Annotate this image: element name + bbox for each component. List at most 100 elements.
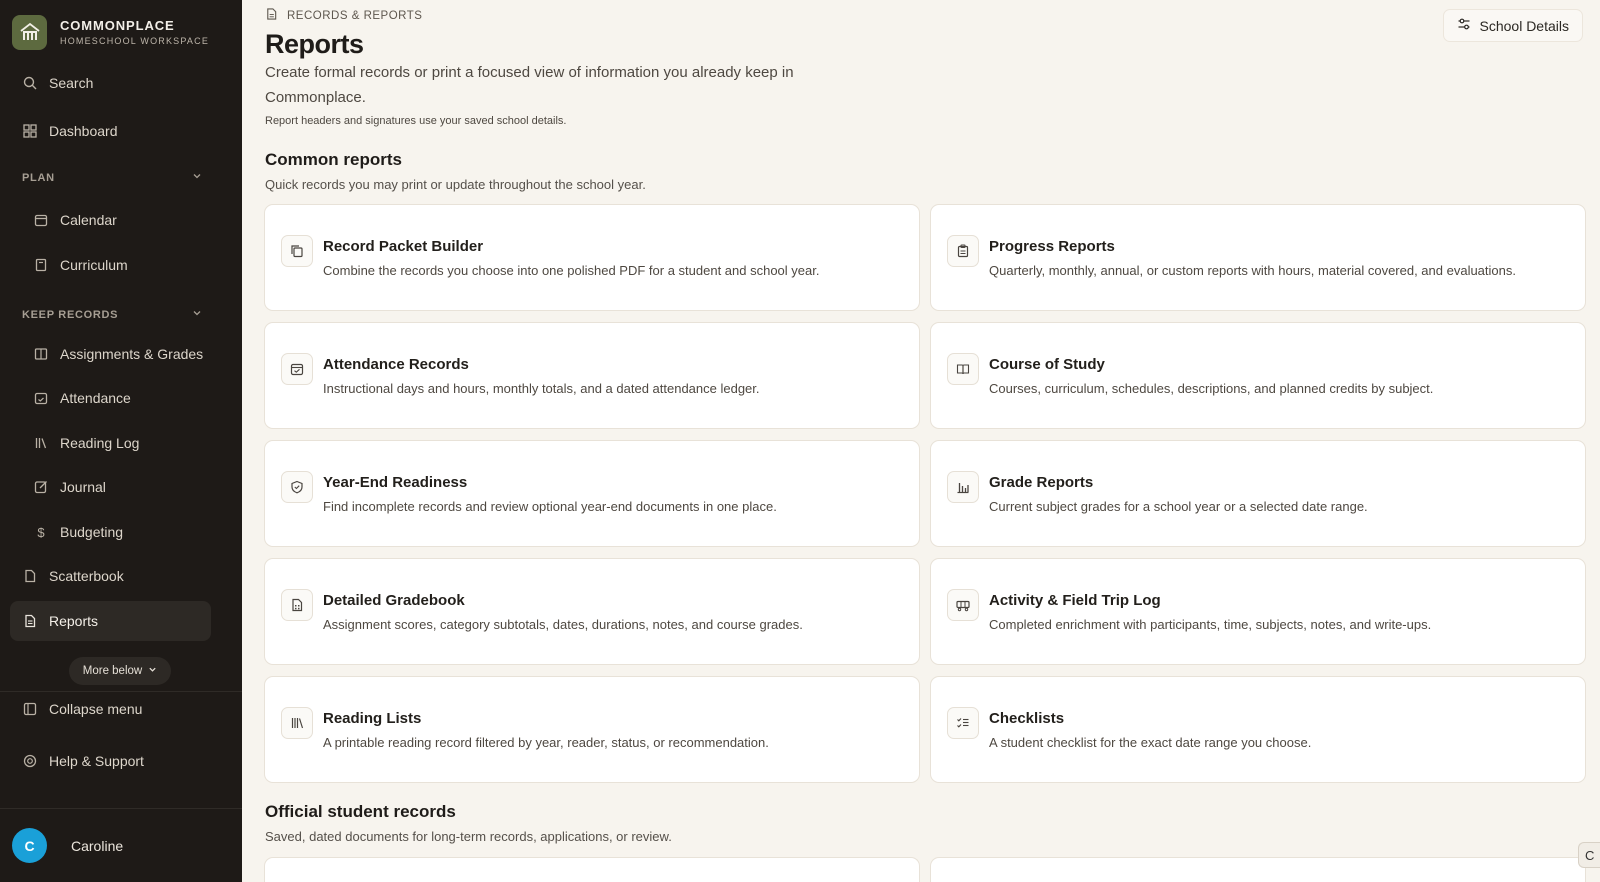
lifebuoy-icon [22,753,38,769]
sidebar-item-search[interactable]: Search [22,67,93,99]
copy-icon [281,235,313,267]
user-profile[interactable]: C Caroline [12,828,123,863]
section-keep-label: KEEP RECORDS [22,308,119,321]
school-details-label: School Details [1479,17,1570,34]
sliders-icon [1457,17,1471,34]
ticket-icon [947,589,979,621]
collapse-menu-button[interactable]: Collapse menu [22,693,142,725]
clipboard-icon [947,235,979,267]
card-description: Assignment scores, category subtotals, d… [323,617,803,632]
report-card-course-of-study[interactable]: Course of Study Courses, curriculum, sch… [930,322,1586,429]
chevron-down-icon [192,171,202,184]
report-card-reading-lists[interactable]: Reading Lists A printable reading record… [264,676,920,783]
chevron-down-icon [148,665,157,677]
report-card-detailed-gradebook[interactable]: Detailed Gradebook Assignment scores, ca… [264,558,920,665]
page-note: Report headers and signatures use your s… [265,115,567,127]
sidebar-item-journal[interactable]: Journal [33,471,106,503]
divider [0,691,242,692]
brand-title: COMMONPLACE [60,18,175,33]
card-description: A printable reading record filtered by y… [323,735,769,750]
gradebook-icon [281,589,313,621]
official-record-card[interactable] [264,857,920,882]
card-title: Activity & Field Trip Log [989,592,1161,609]
file-text-icon [265,7,278,24]
collapse-menu-label: Collapse menu [49,701,143,717]
file-text-icon [22,613,38,629]
card-description: Current subject grades for a school year… [989,499,1368,514]
card-title: Grade Reports [989,474,1094,491]
brand[interactable]: COMMONPLACE HOMESCHOOL WORKSPACE [12,14,209,50]
checklist-icon [947,707,979,739]
book-icon [33,346,49,362]
calendar-check-icon [281,353,313,385]
card-description: A student checklist for the exact date r… [989,735,1312,750]
sidebar-item-label: Search [49,75,94,91]
page-description: Create formal records or print a focused… [265,64,794,106]
help-support-label: Help & Support [49,753,144,769]
card-title: Checklists [989,710,1065,727]
avatar: C [12,828,47,863]
card-description: Combine the records you choose into one … [323,263,820,278]
sidebar-item-reports[interactable]: Reports [10,601,211,641]
sidebar-item-label: Budgeting [60,524,124,540]
sidebar-collapse-icon [22,701,38,717]
card-title: Record Packet Builder [323,238,484,255]
page-title: Reports [265,29,364,59]
shield-check-icon [281,471,313,503]
card-title: Reading Lists [323,710,422,727]
file-icon [22,568,38,584]
library-icon [33,435,49,451]
report-card-attendance-records[interactable]: Attendance Records Instructional days an… [264,322,920,429]
card-description: Completed enrichment with participants, … [989,617,1432,632]
official-record-card[interactable] [930,857,1586,882]
section-plan[interactable]: PLAN [22,171,202,184]
sidebar-item-attendance[interactable]: Attendance [33,382,131,414]
sidebar-item-label: Dashboard [49,123,118,139]
help-support-button[interactable]: Help & Support [22,745,144,777]
sidebar-item-dashboard[interactable]: Dashboard [22,115,118,147]
sidebar-item-label: Curriculum [60,257,128,273]
sidebar-item-label: Journal [60,479,106,495]
card-description: Quarterly, monthly, annual, or custom re… [989,263,1516,278]
calendar-icon [33,212,49,228]
notebook-icon [33,257,49,273]
school-house-icon [12,14,47,50]
section-plan-label: PLAN [22,171,55,184]
card-description: Courses, curriculum, schedules, descript… [989,381,1434,396]
more-below-label: More below [82,665,143,677]
sidebar-item-label: Assignments & Grades [60,346,204,362]
sidebar-item-label: Attendance [60,390,131,406]
card-title: Detailed Gradebook [323,592,465,609]
official-records-subtitle: Saved, dated documents for long-term rec… [265,829,672,844]
sidebar-item-assignments[interactable]: Assignments & Grades [33,338,203,370]
sidebar-item-budgeting[interactable]: $ Budgeting [33,516,123,548]
brand-subtitle: HOMESCHOOL WORKSPACE [60,36,210,46]
main-content: RECORDS & REPORTS School Details Reports… [242,0,1600,882]
school-details-button[interactable]: School Details [1442,9,1583,42]
sidebar-item-scatterbook[interactable]: Scatterbook [22,560,124,592]
library-icon [281,707,313,739]
card-title: Course of Study [989,356,1105,373]
user-name: Caroline [71,837,124,854]
floating-chip[interactable]: C [1578,842,1600,868]
report-card-record-packet-builder[interactable]: Record Packet Builder Combine the record… [264,204,920,311]
calendar-check-icon [33,390,49,406]
sidebar-item-calendar[interactable]: Calendar [33,204,117,236]
report-card-grade-reports[interactable]: Grade Reports Current subject grades for… [930,440,1586,547]
report-card-progress-reports[interactable]: Progress Reports Quarterly, monthly, ann… [930,204,1586,311]
sidebar-item-reading-log[interactable]: Reading Log [33,427,139,459]
bar-chart-icon [947,471,979,503]
official-records-title: Official student records [265,802,456,821]
card-description: Instructional days and hours, monthly to… [323,381,760,396]
report-card-activity-field-trip-log[interactable]: Activity & Field Trip Log Completed enri… [930,558,1586,665]
report-card-checklists[interactable]: Checklists A student checklist for the e… [930,676,1586,783]
sidebar-item-label: Reading Log [60,435,140,451]
section-keep-records[interactable]: KEEP RECORDS [22,308,202,321]
breadcrumb-label: RECORDS & REPORTS [287,9,423,22]
sidebar-item-curriculum[interactable]: Curriculum [33,249,128,281]
more-below-button[interactable]: More below [69,657,171,685]
report-card-year-end-readiness[interactable]: Year-End Readiness Find incomplete recor… [264,440,920,547]
sidebar-item-label: Scatterbook [49,568,124,584]
sidebar-item-label: Calendar [60,212,117,228]
grid-icon [22,123,38,139]
